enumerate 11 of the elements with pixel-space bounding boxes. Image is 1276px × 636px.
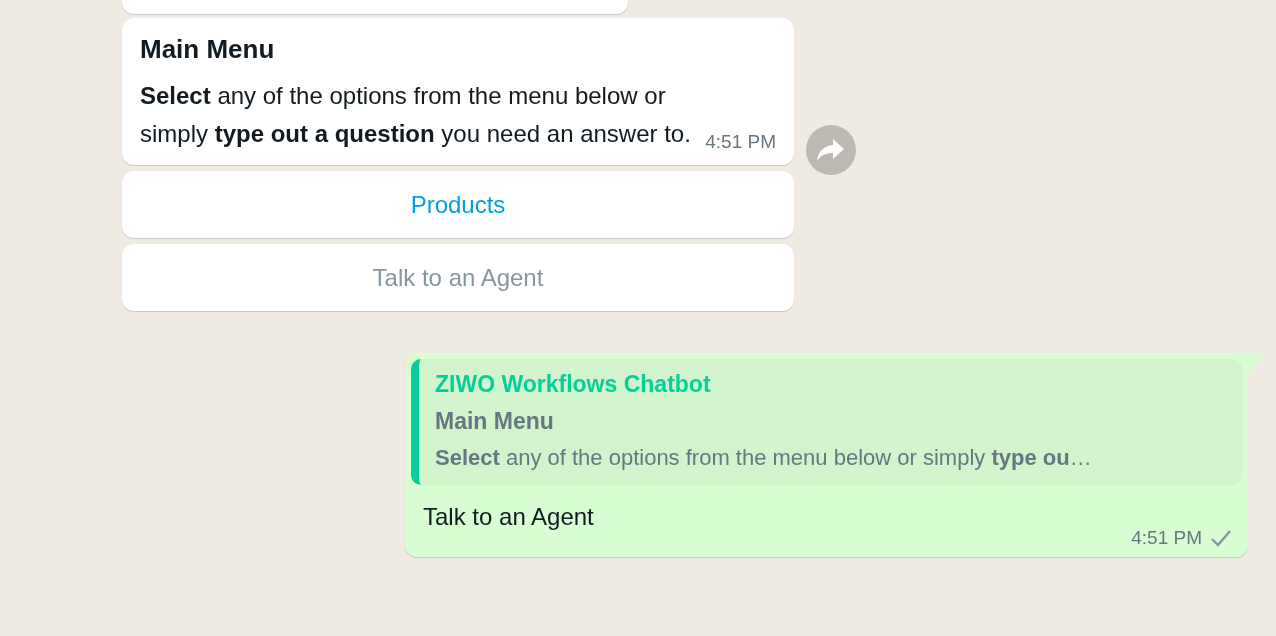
- message-title: Main Menu: [140, 34, 275, 65]
- quoted-message[interactable]: ZIWO Workflows Chatbot Main Menu Select any of the options from the menu below or simply type ou…: [411, 359, 1242, 485]
- timestamp: 4:51 PM: [1131, 527, 1202, 549]
- reply-button[interactable]: Products: [122, 171, 794, 238]
- quote-preview: Select any of the options from the menu below or simply type ou…: [435, 445, 1092, 471]
- message-text: Select any of the options from the menu below or simply type out a question you need an answer to.: [140, 81, 692, 149]
- timestamp: 4:51 PM: [705, 131, 776, 153]
- quote-author: ZIWO Workflows Chatbot: [435, 371, 711, 398]
- message-text: Talk to an Agent: [423, 503, 594, 531]
- forward-icon[interactable]: [806, 125, 856, 175]
- quote-title: Main Menu: [435, 408, 554, 435]
